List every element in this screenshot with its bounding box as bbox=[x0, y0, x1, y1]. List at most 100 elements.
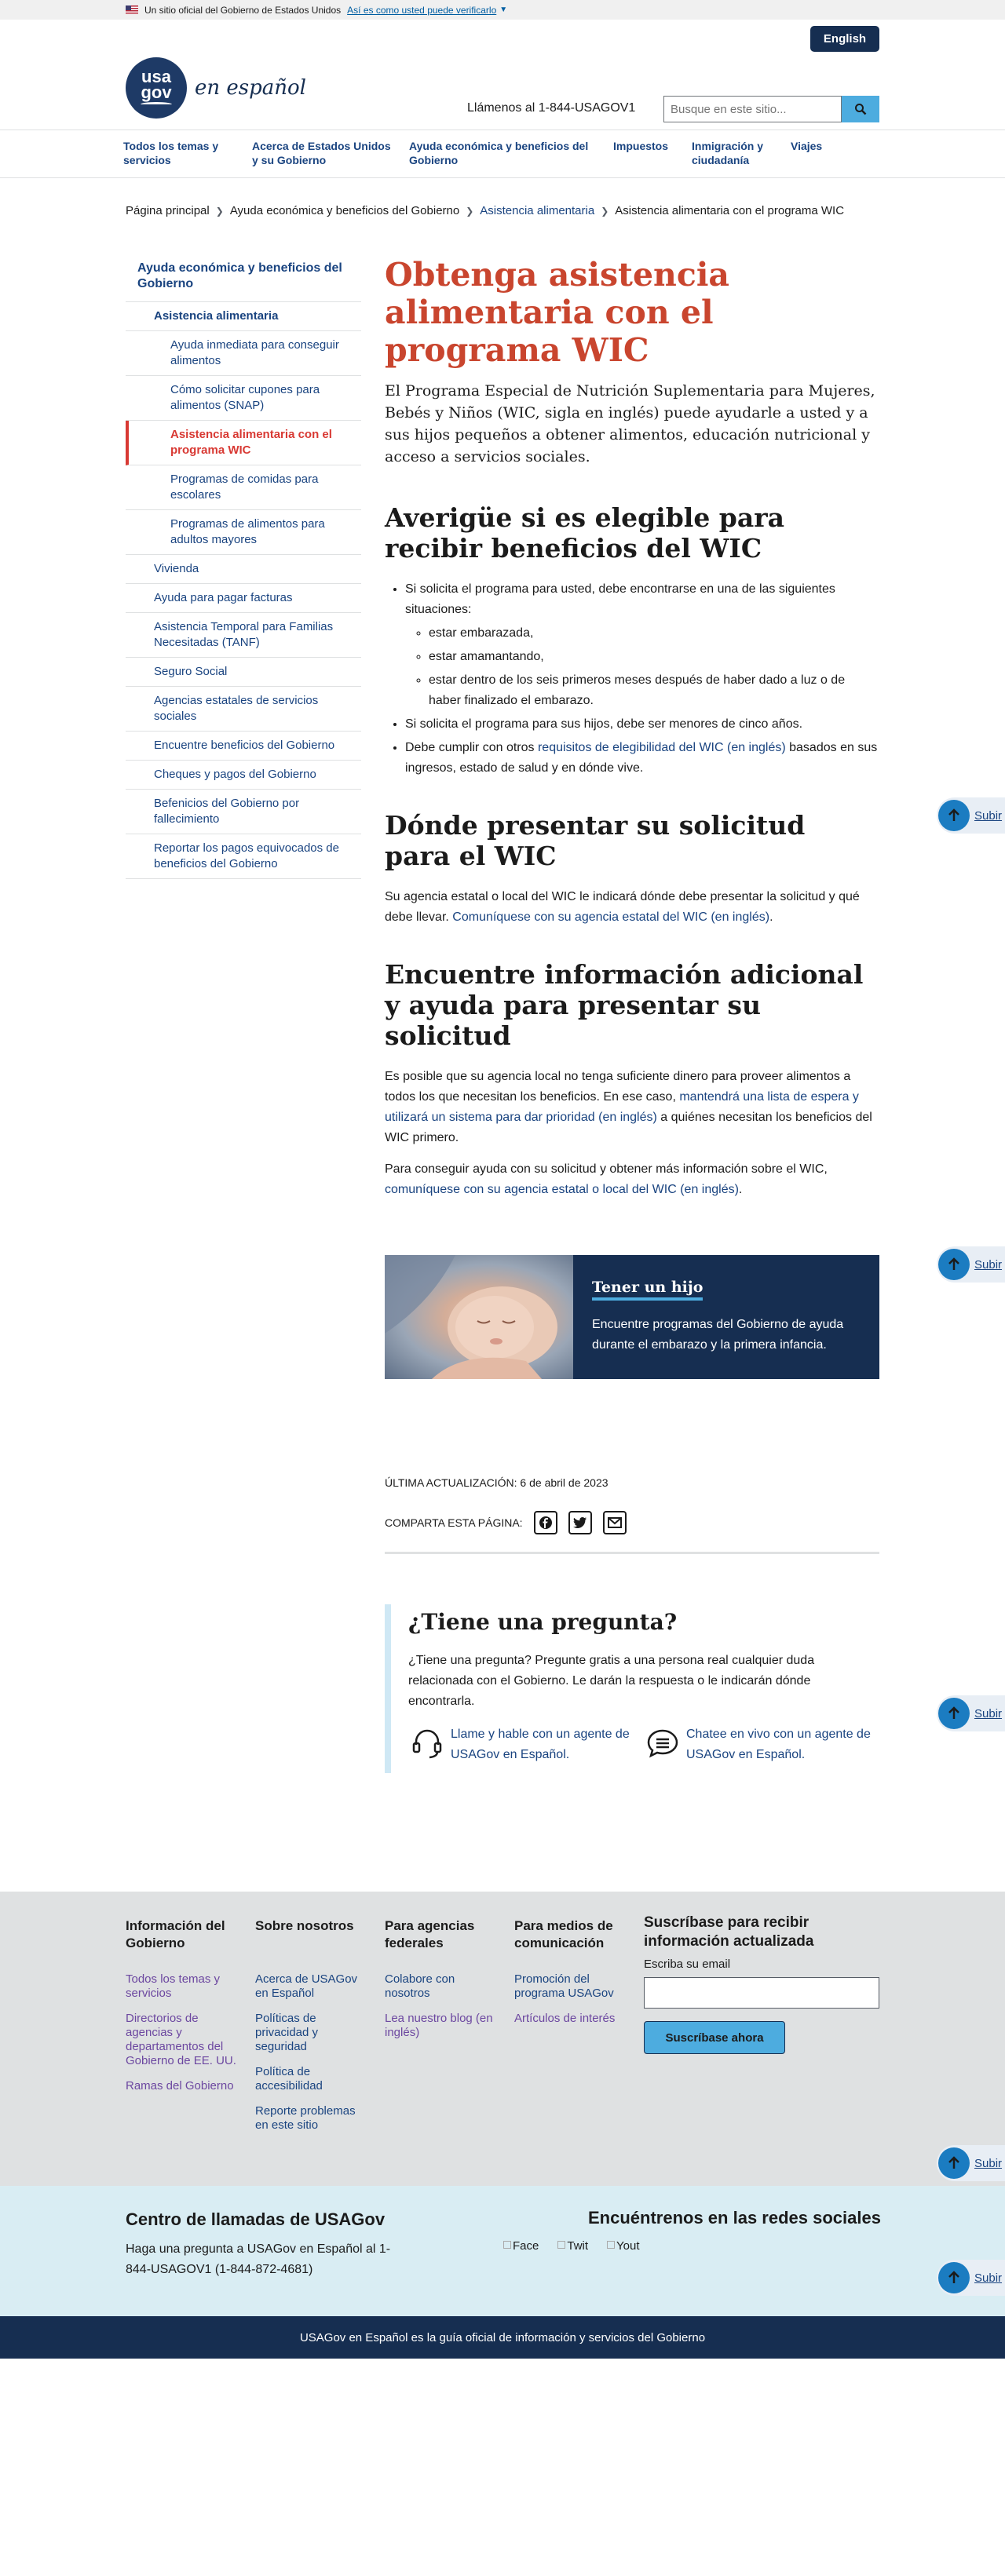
divider bbox=[385, 1552, 879, 1554]
facebook-link[interactable]: Face bbox=[503, 2239, 539, 2253]
social-title: Encuéntrenos en las redes sociales bbox=[588, 2208, 881, 2228]
footer-links: Colabore con nosotros Lea nuestro blog (… bbox=[385, 1972, 499, 2040]
main-nav: Todos los temas y servicios Acerca de Es… bbox=[0, 130, 1005, 178]
sidebar-subitem[interactable]: Programas de comidas para escolares bbox=[126, 465, 361, 510]
nav-item-ayuda[interactable]: Ayuda económica y beneficios del Gobiern… bbox=[409, 139, 598, 177]
footer-link[interactable]: Políticas de privacidad y seguridad bbox=[255, 2012, 369, 2054]
related-card[interactable]: Tener un hijo Encuentre programas del Go… bbox=[385, 1255, 879, 1379]
back-to-top-button[interactable]: Subir bbox=[937, 2260, 1005, 2296]
footer-link[interactable]: Lea nuestro blog (en inglés) bbox=[385, 2012, 499, 2040]
breadcrumb-home[interactable]: Página principal bbox=[126, 204, 210, 217]
social-links: Face Twit Yout bbox=[503, 2239, 659, 2253]
breadcrumb-asistencia[interactable]: Asistencia alimentaria bbox=[480, 204, 594, 217]
sidebar-subitem[interactable]: Ayuda inmediata para conseguir alimentos bbox=[126, 331, 361, 376]
footer-link[interactable]: Acerca de USAGov en Español bbox=[255, 1972, 369, 2001]
sidebar-item-asistencia[interactable]: Asistencia alimentaria bbox=[126, 302, 361, 331]
youtube-link[interactable]: Yout bbox=[607, 2239, 640, 2253]
social-label: Yout bbox=[616, 2239, 640, 2253]
subscribe-heading: Suscríbase para recibir información actu… bbox=[644, 1914, 814, 1950]
chat-agent-link[interactable]: Chatee en vivo con un agente de USAGov e… bbox=[686, 1724, 875, 1765]
section-heading-where: Dónde presentar su solicitud para el WIC bbox=[385, 810, 806, 871]
site-footer: Información del Gobierno Todos los temas… bbox=[0, 1892, 1005, 2186]
search-button[interactable] bbox=[842, 96, 879, 122]
footer-link[interactable]: Artículos de interés bbox=[514, 2012, 628, 2026]
social-label: Face bbox=[513, 2239, 539, 2253]
eligibility-requirements-link[interactable]: requisitos de elegibilidad del WIC (en i… bbox=[538, 741, 786, 754]
footer-link[interactable]: Ramas del Gobierno bbox=[126, 2079, 239, 2093]
chevron-right-icon: ❯ bbox=[466, 205, 474, 217]
sub-list: estar embarazada, estar amamantando, est… bbox=[429, 623, 879, 711]
search-input[interactable] bbox=[663, 96, 842, 122]
nav-item-viajes[interactable]: Viajes bbox=[791, 139, 838, 177]
email-label: Escriba su email bbox=[644, 1958, 731, 1971]
sidebar-item[interactable]: Cheques y pagos del Gobierno bbox=[126, 761, 361, 790]
nav-item-acerca[interactable]: Acerca de Estados Unidos y su Gobierno bbox=[252, 139, 393, 177]
footer-link[interactable]: Política de accesibilidad bbox=[255, 2065, 369, 2093]
nav-item-impuestos[interactable]: Impuestos bbox=[613, 139, 676, 177]
local-agency-link[interactable]: comuníquese con su agencia estatal o loc… bbox=[385, 1183, 739, 1196]
help-paragraph: Para conseguir ayuda con su solicitud y … bbox=[385, 1162, 828, 1196]
sidebar-subitem[interactable]: Programas de alimentos para adultos mayo… bbox=[126, 510, 361, 555]
headset-icon bbox=[412, 1729, 442, 1759]
footer-link[interactable]: Directorios de agencias y departamentos … bbox=[126, 2012, 239, 2068]
verify-link[interactable]: Así es como usted puede verificarlo bbox=[347, 5, 496, 16]
subscribe-form: Suscríbase para recibir información actu… bbox=[644, 1914, 879, 2054]
english-language-button[interactable]: English bbox=[810, 26, 879, 52]
footer-link[interactable]: Reporte problemas en este sitio bbox=[255, 2104, 369, 2133]
back-to-top-button[interactable]: Subir bbox=[937, 1246, 1005, 1283]
back-to-top-button[interactable]: Subir bbox=[937, 797, 1005, 834]
card-description: Encuentre programas del Gobierno de ayud… bbox=[592, 1318, 844, 1352]
footer-link[interactable]: Promoción del programa USAGov bbox=[514, 1972, 628, 2001]
state-agency-link[interactable]: Comuníquese con su agencia estatal del W… bbox=[452, 910, 769, 924]
breadcrumb-ayuda[interactable]: Ayuda económica y beneficios del Gobiern… bbox=[230, 204, 459, 217]
sidebar-item[interactable]: Befenicios del Gobierno por fallecimient… bbox=[126, 790, 361, 834]
sidebar-item[interactable]: Agencias estatales de servicios sociales bbox=[126, 687, 361, 732]
chevron-right-icon: ❯ bbox=[601, 205, 609, 217]
sidebar-subitem[interactable]: Cómo solicitar cupones para alimentos (S… bbox=[126, 376, 361, 421]
list-item: Debe cumplir con otros requisitos de ele… bbox=[405, 738, 879, 779]
gov-banner: Un sitio oficial del Gobierno de Estados… bbox=[0, 0, 1005, 20]
chevron-down-icon[interactable]: ▼ bbox=[499, 5, 507, 14]
back-to-top-label: Subir bbox=[974, 808, 1003, 823]
youtube-icon bbox=[607, 2241, 616, 2249]
facebook-share-button[interactable] bbox=[533, 1511, 557, 1534]
baby-photo bbox=[385, 1255, 573, 1379]
subscribe-button[interactable]: Suscríbase ahora bbox=[644, 2021, 785, 2054]
usagov-logo[interactable]: usa gov en español bbox=[126, 57, 306, 119]
card-title[interactable]: Tener un hijo bbox=[592, 1279, 704, 1301]
footer-link[interactable]: Colabore con nosotros bbox=[385, 1972, 499, 2001]
share-label: COMPARTA ESTA PÁGINA: bbox=[385, 1516, 523, 1529]
call-option: Llame y hable con un agente de USAGov en… bbox=[408, 1724, 644, 1765]
more-info-paragraph: Es posible que su agencia local no tenga… bbox=[385, 1067, 879, 1148]
email-field[interactable] bbox=[644, 1977, 879, 2009]
us-flag-icon bbox=[126, 5, 138, 14]
sidebar-section-title[interactable]: Ayuda económica y beneficios del Gobiern… bbox=[126, 251, 361, 302]
email-share-button[interactable] bbox=[602, 1511, 627, 1534]
nav-item-inmigracion[interactable]: Inmigración y ciudadanía bbox=[692, 139, 775, 177]
twitter-share-button[interactable] bbox=[568, 1511, 592, 1534]
nav-item-todos[interactable]: Todos los temas y servicios bbox=[123, 139, 236, 177]
arrow-up-icon bbox=[938, 2262, 970, 2293]
sidebar-subitem-current[interactable]: Asistencia alimentaria con el programa W… bbox=[126, 421, 361, 465]
contact-options: Llame y hable con un agente de USAGov en… bbox=[408, 1724, 879, 1765]
back-to-top-button[interactable]: Subir bbox=[937, 2145, 1005, 2181]
call-agent-link[interactable]: Llame y hable con un agente de USAGov en… bbox=[451, 1724, 639, 1765]
back-to-top-label: Subir bbox=[974, 2156, 1003, 2170]
sidebar-item[interactable]: Ayuda para pagar facturas bbox=[126, 584, 361, 613]
phone-number: Llámenos al 1-844-USAGOV1 bbox=[467, 101, 636, 115]
twitter-link[interactable]: Twit bbox=[557, 2239, 588, 2253]
chat-option: Chatee en vivo con un agente de USAGov e… bbox=[644, 1724, 879, 1765]
back-to-top-button[interactable]: Subir bbox=[937, 1695, 1005, 1731]
footer-link[interactable]: Todos los temas y servicios bbox=[126, 1972, 239, 2001]
page-title: Obtenga asistencia alimentaria con el pr… bbox=[385, 256, 729, 369]
call-center-text: Haga una pregunta a USAGov en Español al… bbox=[126, 2242, 391, 2276]
sidebar-item[interactable]: Seguro Social bbox=[126, 658, 361, 687]
arrow-up-icon bbox=[938, 1249, 970, 1280]
arrow-up-icon bbox=[938, 1698, 970, 1729]
chat-icon bbox=[647, 1729, 678, 1758]
sidebar-item[interactable]: Asistencia Temporal para Familias Necesi… bbox=[126, 613, 361, 658]
sidebar-item[interactable]: Vivienda bbox=[126, 555, 361, 584]
sidebar-item[interactable]: Reportar los pagos equivocados de benefi… bbox=[126, 834, 361, 879]
sidebar-item[interactable]: Encuentre beneficios del Gobierno bbox=[126, 732, 361, 761]
search-icon bbox=[855, 104, 867, 115]
